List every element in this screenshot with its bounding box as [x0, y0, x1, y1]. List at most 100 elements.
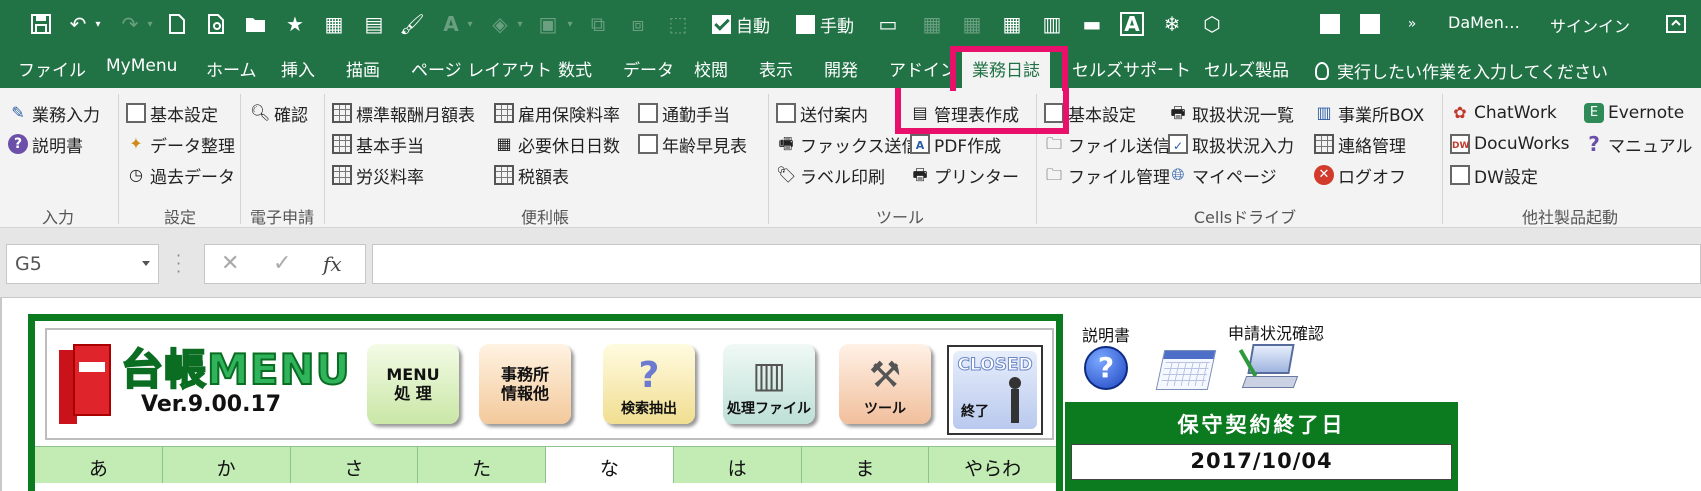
confirm-button[interactable]: 🔍︎ 確認: [250, 100, 308, 126]
redo-dropdown-icon[interactable]: ▾: [144, 10, 156, 38]
handling-status-list-button[interactable]: 🖶 取扱状況一覧: [1168, 100, 1294, 126]
dw-settings-button[interactable]: DW設定: [1450, 162, 1538, 188]
commute-allowance-button[interactable]: 通勤手当: [638, 100, 730, 126]
save-icon[interactable]: [30, 10, 52, 38]
label-print-button[interactable]: 🏷︎ ラベル印刷: [776, 162, 885, 188]
kana-tab-sa[interactable]: さ: [290, 446, 419, 483]
insert-function-button[interactable]: fx: [323, 252, 342, 276]
fill-color-icon[interactable]: ◈: [488, 10, 512, 38]
form-icon[interactable]: ▤: [362, 10, 386, 38]
text-box-icon[interactable]: ▣: [536, 10, 560, 38]
standard-salary-table-button[interactable]: 標準報酬月額表: [332, 100, 475, 126]
file-send-button[interactable]: 🗀 ファイル送信: [1044, 131, 1170, 157]
employment-insurance-rate-button[interactable]: 雇用保険料率: [494, 100, 620, 126]
tools-button[interactable]: ⚒ ツール: [839, 344, 931, 424]
data-cleanup-button[interactable]: ✦ データ整理: [126, 131, 235, 157]
group-icon[interactable]: ⧉: [586, 10, 610, 38]
undo-icon[interactable]: ↶: [66, 10, 90, 38]
split-window-icon[interactable]: ▦: [960, 10, 984, 38]
format-table-icon[interactable]: ▦: [322, 10, 346, 38]
manual-button[interactable]: ? 説明書: [8, 131, 83, 157]
logoff-button[interactable]: ✕ ログオフ: [1314, 162, 1406, 188]
tax-table-button[interactable]: 税額表: [494, 162, 569, 188]
tab-data[interactable]: データ: [623, 56, 674, 81]
snowflake-icon[interactable]: ❄: [1160, 10, 1184, 38]
calendar-icon[interactable]: [1155, 350, 1217, 390]
white-square-icon[interactable]: [1320, 14, 1340, 34]
kana-tab-ka[interactable]: か: [162, 446, 291, 483]
radar-chart-icon[interactable]: ⬡: [1200, 10, 1224, 38]
freeze-panes-icon[interactable]: ▦: [920, 10, 944, 38]
kana-tab-a[interactable]: あ: [35, 446, 163, 483]
basic-allowance-button[interactable]: 基本手当: [332, 131, 424, 157]
chevron-down-icon[interactable]: [142, 261, 150, 266]
book-view-icon[interactable]: ▥: [1040, 10, 1064, 38]
closed-exit-button[interactable]: CLOSED 終了: [947, 345, 1043, 435]
menu-processing-button[interactable]: MENU 処 理: [367, 344, 459, 424]
tab-mymenu[interactable]: MyMenu: [106, 56, 177, 76]
pdf-create-button[interactable]: A PDF作成: [910, 131, 1001, 157]
printer-button[interactable]: 🖶 プリンター: [910, 162, 1019, 188]
kana-tab-yarawa[interactable]: やらわ: [929, 446, 1056, 483]
kana-tab-na[interactable]: な: [546, 446, 674, 483]
open-folder-icon[interactable]: [244, 10, 268, 38]
tab-review[interactable]: 校閲: [694, 56, 728, 81]
age-chart-button[interactable]: 年齢早見表: [638, 131, 747, 157]
new-document-icon[interactable]: [166, 10, 188, 38]
tab-page-layout[interactable]: ページ レイアウト: [411, 56, 552, 81]
manual-link-button[interactable]: ? マニュアル: [1584, 131, 1692, 157]
kana-tab-ta[interactable]: た: [418, 446, 546, 483]
search-extract-button[interactable]: ? 検索抽出: [603, 344, 695, 424]
auto-calc-checkbox[interactable]: 自動: [712, 12, 770, 37]
white-square-icon[interactable]: [1360, 14, 1380, 34]
tab-formulas[interactable]: 数式: [558, 56, 592, 81]
font-color-icon[interactable]: A: [440, 10, 462, 38]
chatwork-button[interactable]: ✿ ChatWork: [1450, 100, 1556, 126]
basic-settings-button[interactable]: 基本設定: [126, 100, 218, 126]
tab-home[interactable]: ホーム: [206, 56, 257, 81]
send-guide-button[interactable]: 送付案内: [776, 100, 868, 126]
enter-icon[interactable]: ✓: [273, 251, 291, 276]
favorite-folder-icon[interactable]: ★: [284, 10, 306, 38]
fill-color-dropdown-icon[interactable]: ▾: [514, 10, 526, 38]
formula-input[interactable]: [372, 244, 1701, 284]
required-holidays-button[interactable]: ▦ 必要休日日数: [494, 131, 620, 157]
tab-developer[interactable]: 開発: [824, 56, 858, 81]
ribbon-display-options-icon[interactable]: [1664, 10, 1688, 38]
tab-insert[interactable]: 挿入: [281, 56, 315, 81]
cancel-icon[interactable]: ✕: [221, 251, 239, 276]
gridlines-icon[interactable]: ▦: [1000, 10, 1024, 38]
office-info-button[interactable]: 事務所 情報他: [479, 344, 571, 424]
drag-handle-icon[interactable]: · · ·: [176, 248, 181, 280]
undo-dropdown-icon[interactable]: ▾: [92, 10, 104, 38]
evernote-button[interactable]: E Evernote: [1584, 100, 1684, 126]
keyboard-icon[interactable]: ▬: [1080, 10, 1104, 38]
handling-status-input-button[interactable]: ✓ 取扱状況入力: [1168, 131, 1294, 157]
format-painter-icon[interactable]: 🖌: [399, 10, 424, 38]
print-preview-icon[interactable]: [206, 10, 228, 38]
more-commands-icon[interactable]: »: [1404, 10, 1420, 38]
kana-tab-ha[interactable]: は: [673, 446, 802, 483]
file-management-button[interactable]: 🗀 ファイル管理: [1044, 162, 1170, 188]
tab-addins[interactable]: アドイン: [889, 56, 957, 81]
name-box[interactable]: G5: [6, 244, 159, 284]
contact-management-button[interactable]: 連絡管理: [1314, 131, 1406, 157]
laptop-icon[interactable]: [1238, 344, 1299, 392]
manual-calc-checkbox[interactable]: 手動: [796, 12, 854, 37]
select-objects-icon[interactable]: ⬚: [666, 10, 690, 38]
font-color-dropdown-icon[interactable]: ▾: [464, 10, 476, 38]
process-files-button[interactable]: ▥ 処理ファイル: [723, 344, 815, 424]
help-icon[interactable]: ?: [1084, 346, 1128, 390]
tab-file[interactable]: ファイル: [18, 56, 86, 81]
tab-cells-products[interactable]: セルズ製品: [1204, 56, 1289, 81]
my-page-button[interactable]: 🌐︎ マイページ: [1168, 162, 1277, 188]
office-box-button[interactable]: ▥ 事業所BOX: [1314, 100, 1424, 126]
docuworks-button[interactable]: DW DocuWorks: [1450, 131, 1570, 157]
window-icon[interactable]: ▭: [876, 10, 900, 38]
ungroup-icon[interactable]: ⧈: [626, 10, 650, 38]
tab-draw[interactable]: 描画: [346, 56, 380, 81]
fax-send-button[interactable]: 🖷 ファックス送信: [776, 131, 918, 157]
tab-cells-support[interactable]: セルズサポート: [1072, 56, 1191, 81]
worksheet[interactable]: 台帳MENU Ver.9.00.17 MENU 処 理 事務所 情報他 ? 検索…: [0, 298, 1701, 491]
account-name[interactable]: DaMen…: [1448, 13, 1520, 32]
